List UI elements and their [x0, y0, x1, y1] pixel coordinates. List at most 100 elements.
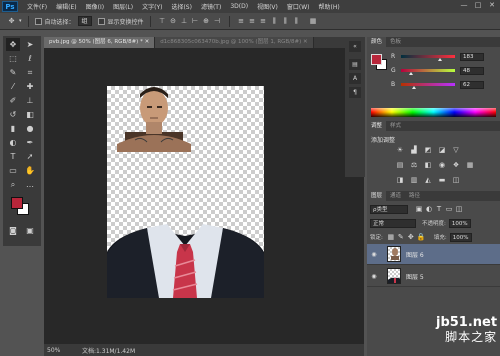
dodge-tool-icon[interactable]: ◐	[6, 136, 20, 149]
filter-pixel-icon[interactable]: ▣	[414, 205, 424, 214]
lock-position-icon[interactable]: ✥	[406, 233, 416, 242]
more-tools-icon[interactable]: …	[23, 178, 37, 191]
auto-align-icon[interactable]: ▦	[308, 16, 319, 26]
auto-select-option[interactable]: 自动选择： 组	[34, 16, 92, 26]
align-vcenter-icon[interactable]: ⊝	[168, 16, 179, 26]
red-value-input[interactable]: 183	[460, 52, 484, 61]
document-canvas[interactable]	[107, 86, 264, 298]
zoom-tool-icon[interactable]: ⌕	[6, 178, 20, 191]
distribute-bottom-icon[interactable]: ≡	[258, 16, 269, 26]
arrow-tool-icon[interactable]: ➤	[23, 38, 37, 51]
vibrance-icon[interactable]: ▽	[451, 146, 461, 155]
blend-mode-dropdown[interactable]: 正常	[370, 218, 416, 228]
align-right-icon[interactable]: ⊣	[212, 16, 223, 26]
filter-adjust-icon[interactable]: ◐	[424, 205, 434, 214]
menu-3d[interactable]: 3D(D)	[230, 3, 248, 10]
foreground-color-swatch[interactable]	[11, 197, 23, 209]
align-bottom-icon[interactable]: ⊥	[179, 16, 190, 26]
selective-color-icon[interactable]: ◫	[451, 176, 461, 185]
opacity-input[interactable]: 100%	[448, 218, 471, 228]
layer-row[interactable]: ◉ 图层 6	[367, 244, 500, 265]
tab-layers[interactable]: 图层	[367, 191, 387, 201]
slider-thumb[interactable]	[409, 72, 413, 75]
menu-edit[interactable]: 编辑(E)	[56, 2, 76, 11]
tab-channels[interactable]: 通道	[386, 191, 405, 201]
tab-swatches[interactable]: 色板	[386, 37, 405, 47]
blue-slider[interactable]	[401, 83, 455, 89]
levels-icon[interactable]: ▟	[409, 146, 419, 155]
path-select-tool-icon[interactable]: ➚	[23, 150, 37, 163]
tab-color[interactable]: 颜色	[367, 37, 387, 47]
menu-file[interactable]: 文件(F)	[27, 2, 47, 11]
clone-stamp-tool-icon[interactable]: ⊥	[23, 94, 37, 107]
menu-layer[interactable]: 图层(L)	[113, 2, 133, 11]
filter-smart-icon[interactable]: ◫	[454, 205, 464, 214]
panel-foreground-swatch[interactable]	[371, 54, 382, 65]
history-panel-icon[interactable]: ▤	[349, 59, 361, 70]
gradient-map-icon[interactable]: ▬	[437, 176, 447, 185]
photo-filter-icon[interactable]: ◉	[437, 161, 447, 170]
distribute-vcenter-icon[interactable]: ≡	[247, 16, 258, 26]
quick-mask-icon[interactable]: ◙	[6, 224, 20, 237]
green-value-input[interactable]: 48	[460, 66, 484, 75]
brightness-icon[interactable]: ☀	[395, 146, 405, 155]
minimize-button[interactable]: —	[459, 1, 469, 10]
slider-thumb[interactable]	[438, 58, 442, 61]
posterize-icon[interactable]: ▥	[409, 176, 419, 185]
maximize-button[interactable]: □	[473, 1, 483, 10]
history-brush-tool-icon[interactable]: ↺	[6, 108, 20, 121]
brush-tool-icon[interactable]: ✐	[6, 94, 20, 107]
menu-filter[interactable]: 滤镜(T)	[201, 2, 221, 11]
tab-styles[interactable]: 样式	[386, 121, 405, 131]
type-tool-icon[interactable]: T	[6, 150, 20, 163]
green-slider[interactable]	[401, 69, 455, 75]
tab-adjustments[interactable]: 调整	[367, 121, 387, 131]
color-lookup-icon[interactable]: ▦	[465, 161, 475, 170]
collapse-icon[interactable]: «	[349, 41, 361, 52]
shape-tool-icon[interactable]: ▭	[6, 164, 20, 177]
color-balance-icon[interactable]: ⚖	[409, 161, 419, 170]
tab-d1c868[interactable]: d1c868305c063470b.jpg @ 100% (图层 1, RGB/…	[155, 37, 314, 48]
auto-select-dropdown[interactable]: 组	[77, 16, 92, 26]
distribute-top-icon[interactable]: ≡	[236, 16, 247, 26]
menu-view[interactable]: 视图(V)	[257, 2, 278, 11]
align-top-icon[interactable]: ⊤	[157, 16, 168, 26]
menu-help[interactable]: 帮助(H)	[319, 2, 340, 11]
zoom-level[interactable]: 50%	[44, 347, 72, 354]
curves-icon[interactable]: ◩	[423, 146, 433, 155]
menu-image[interactable]: 图像(I)	[86, 2, 104, 11]
lasso-tool-icon[interactable]: ℓ	[23, 52, 37, 65]
visibility-eye-icon[interactable]: ◉	[369, 273, 379, 280]
red-slider[interactable]	[401, 55, 455, 61]
canvas-area[interactable]	[44, 48, 364, 344]
move-tool-preset-icon[interactable]: ✥	[6, 16, 17, 26]
spot-heal-tool-icon[interactable]: ✚	[23, 80, 37, 93]
blur-tool-icon[interactable]: ●	[23, 122, 37, 135]
menu-window[interactable]: 窗口(W)	[287, 2, 310, 11]
lock-transparent-icon[interactable]: ▦	[386, 233, 396, 242]
chevron-down-icon[interactable]: ▾	[19, 18, 22, 24]
blue-value-input[interactable]: 62	[460, 80, 484, 89]
layer-row[interactable]: ◉ 图层 5	[367, 266, 500, 287]
exposure-icon[interactable]: ◪	[437, 146, 447, 155]
crop-tool-icon[interactable]: ⌗	[23, 66, 37, 79]
marquee-tool-icon[interactable]: ⬚	[6, 52, 20, 65]
menu-select[interactable]: 选择(S)	[171, 2, 192, 11]
screen-mode-icon[interactable]: ▣	[23, 224, 37, 237]
distribute-hcenter-icon[interactable]: ⫼	[280, 16, 291, 26]
show-transform-option[interactable]: 显示变换控件	[97, 17, 144, 26]
black-white-icon[interactable]: ◧	[423, 161, 433, 170]
align-left-icon[interactable]: ⊢	[190, 16, 201, 26]
fill-input[interactable]: 100%	[449, 232, 472, 242]
close-button[interactable]: ✕	[487, 1, 497, 10]
hue-saturation-icon[interactable]: ▤	[395, 161, 405, 170]
align-hcenter-icon[interactable]: ⊕	[201, 16, 212, 26]
gradient-tool-icon[interactable]: ▮	[6, 122, 20, 135]
move-tool-icon[interactable]: ✥	[6, 38, 20, 51]
invert-icon[interactable]: ◨	[395, 176, 405, 185]
channel-mixer-icon[interactable]: ❖	[451, 161, 461, 170]
quick-select-tool-icon[interactable]: ✎	[6, 66, 20, 79]
eraser-tool-icon[interactable]: ◧	[23, 108, 37, 121]
distribute-left-icon[interactable]: ⫼	[269, 16, 280, 26]
filter-type-icon[interactable]: T	[434, 205, 444, 214]
